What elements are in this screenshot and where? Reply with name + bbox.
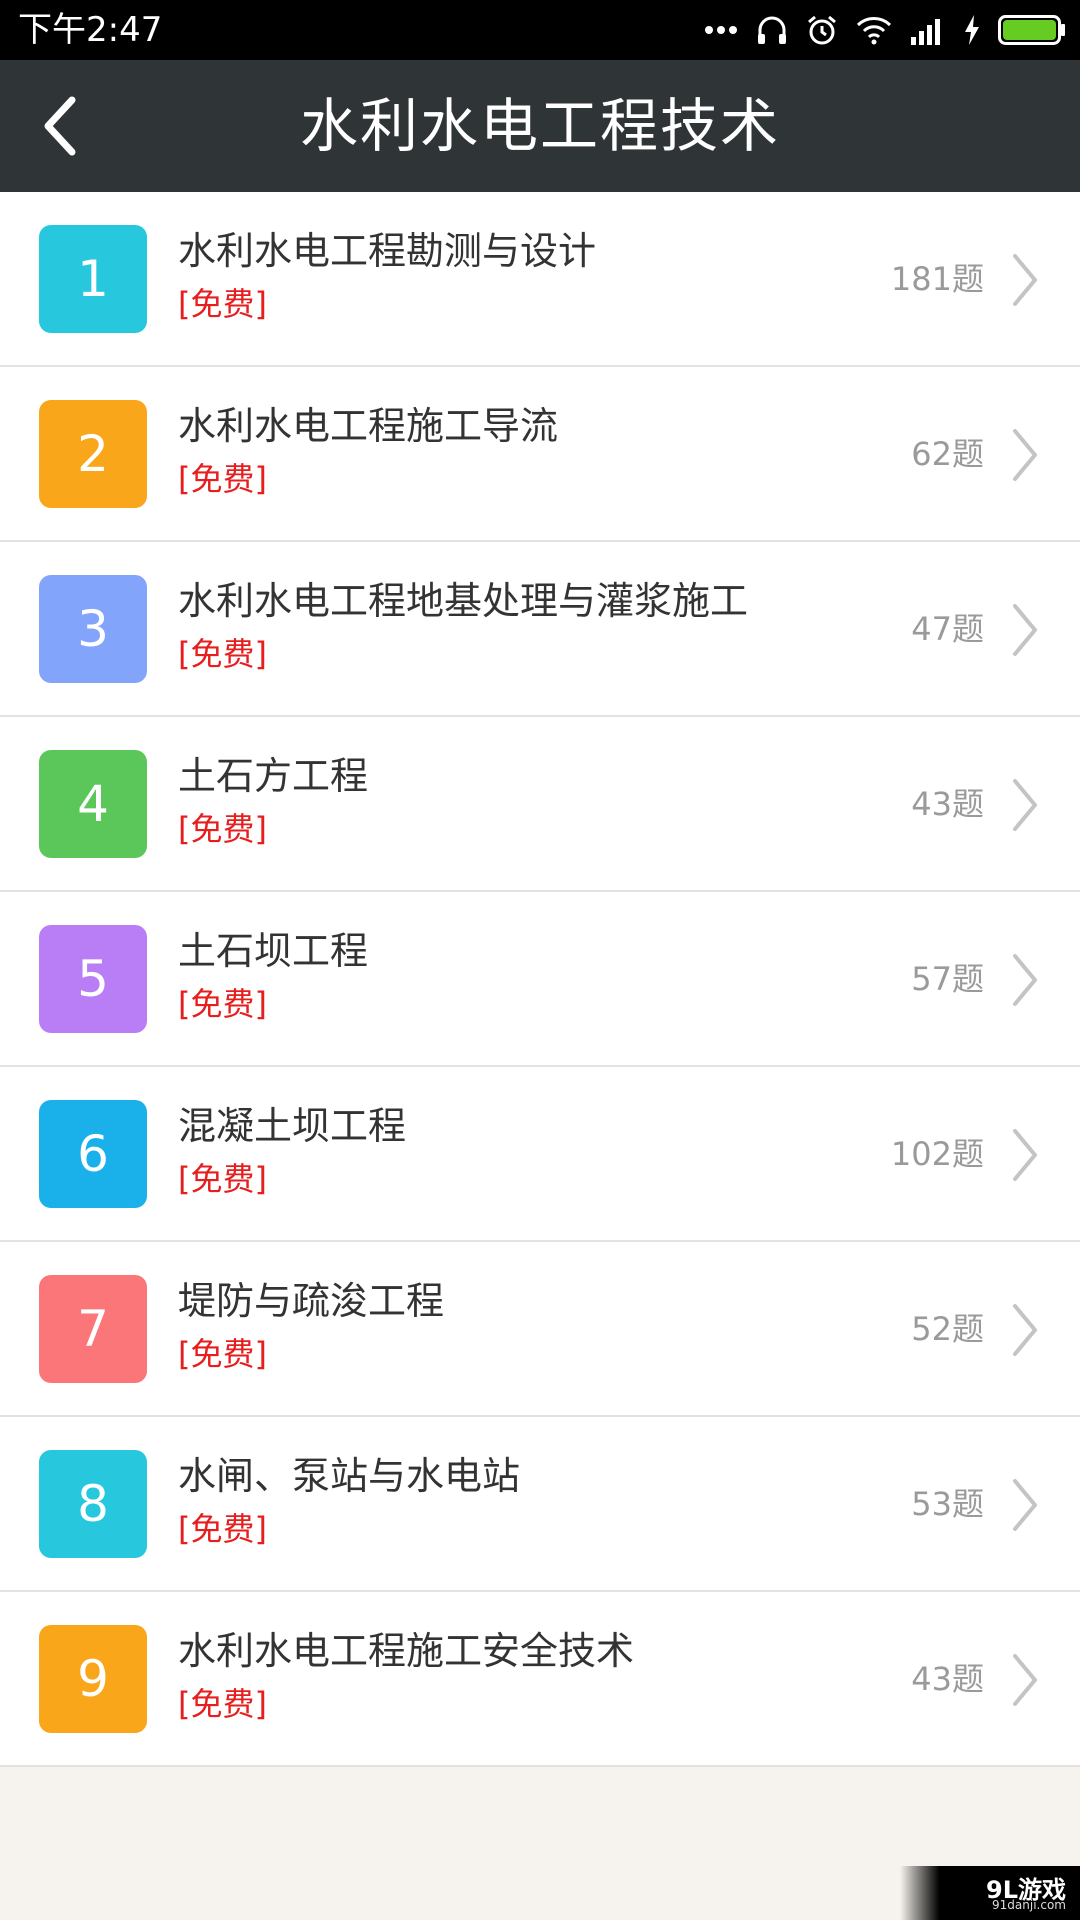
watermark: 9L游戏 91danji.com [900, 1866, 1080, 1920]
item-number-badge: 5 [39, 925, 147, 1033]
item-title: 水利水电工程施工导流 [178, 404, 559, 448]
item-free-tag: [免费] [178, 1685, 267, 1723]
alarm-icon [808, 15, 836, 45]
item-free-tag: [免费] [178, 810, 267, 848]
item-question-count: 52题 [911, 1310, 984, 1348]
list-item[interactable]: 3 水利水电工程地基处理与灌浆施工 [免费] 47题 [0, 542, 1080, 717]
chapter-list: 1 水利水电工程勘测与设计 [免费] 181题 2 水利水电工程施工导流 [免费… [0, 192, 1080, 1767]
item-title: 水利水电工程勘测与设计 [178, 229, 597, 273]
list-item[interactable]: 9 水利水电工程施工安全技术 [免费] 43题 [0, 1592, 1080, 1767]
item-number-badge: 9 [39, 1625, 147, 1733]
list-item[interactable]: 8 水闸、泵站与水电站 [免费] 53题 [0, 1417, 1080, 1592]
item-question-count: 53题 [911, 1485, 984, 1523]
headset-icon [758, 16, 786, 44]
status-icons [704, 8, 1066, 52]
item-title: 堤防与疏浚工程 [178, 1279, 445, 1323]
status-bar: 下午2:47 [0, 0, 1080, 60]
item-number-badge: 4 [39, 750, 147, 858]
item-number-badge: 8 [39, 1450, 147, 1558]
title-bar: 水利水电工程技术 [0, 60, 1080, 192]
item-free-tag: [免费] [178, 1160, 267, 1198]
item-free-tag: [免费] [178, 1510, 267, 1548]
list-item[interactable]: 2 水利水电工程施工导流 [免费] 62题 [0, 367, 1080, 542]
chevron-right-icon [1013, 604, 1037, 656]
chevron-left-icon [44, 96, 76, 156]
list-item[interactable]: 4 土石方工程 [免费] 43题 [0, 717, 1080, 892]
item-free-tag: [免费] [178, 285, 267, 323]
back-button[interactable] [24, 90, 96, 162]
item-question-count: 62题 [911, 435, 984, 473]
item-title: 水利水电工程施工安全技术 [178, 1629, 635, 1673]
page-title: 水利水电工程技术 [299, 92, 780, 160]
item-question-count: 47题 [911, 610, 984, 648]
watermark-site: 91danji.com [992, 1898, 1066, 1912]
item-question-count: 181题 [890, 260, 984, 298]
chevron-right-icon [1013, 254, 1037, 306]
list-item[interactable]: 1 水利水电工程勘测与设计 [免费] 181题 [0, 192, 1080, 367]
chevron-right-icon [1013, 1654, 1037, 1706]
item-number-badge: 1 [39, 225, 147, 333]
item-number-badge: 2 [39, 400, 147, 508]
item-free-tag: [免费] [178, 985, 267, 1023]
item-number-badge: 7 [39, 1275, 147, 1383]
item-title: 水闸、泵站与水电站 [178, 1454, 521, 1498]
app-screen: 下午2:47 水利水电工程技术 1 水利水电工程勘测与设计 [免费] 181题 … [0, 0, 1080, 1920]
chevron-right-icon [1013, 954, 1037, 1006]
status-time: 下午2:47 [18, 10, 163, 50]
item-question-count: 57题 [911, 960, 984, 998]
item-question-count: 43题 [911, 785, 984, 823]
item-title: 土石坝工程 [178, 929, 369, 973]
item-question-count: 43题 [911, 1660, 984, 1698]
chevron-right-icon [1013, 1304, 1037, 1356]
item-free-tag: [免费] [178, 1335, 267, 1373]
item-number-badge: 6 [39, 1100, 147, 1208]
item-title: 水利水电工程地基处理与灌浆施工 [178, 579, 749, 623]
item-question-count: 102题 [890, 1135, 984, 1173]
more-dots-icon [705, 26, 737, 34]
chevron-right-icon [1013, 779, 1037, 831]
item-title: 混凝土坝工程 [178, 1104, 407, 1148]
chevron-right-icon [1013, 1129, 1037, 1181]
charging-icon [965, 15, 979, 45]
battery-icon [998, 15, 1065, 45]
wifi-icon [856, 17, 892, 45]
item-title: 土石方工程 [178, 754, 369, 798]
item-free-tag: [免费] [178, 635, 267, 673]
item-free-tag: [免费] [178, 460, 267, 498]
item-number-badge: 3 [39, 575, 147, 683]
chevron-right-icon [1013, 1479, 1037, 1531]
chevron-right-icon [1013, 429, 1037, 481]
signal-icon [911, 19, 940, 45]
list-item[interactable]: 6 混凝土坝工程 [免费] 102题 [0, 1067, 1080, 1242]
list-item[interactable]: 5 土石坝工程 [免费] 57题 [0, 892, 1080, 1067]
list-item[interactable]: 7 堤防与疏浚工程 [免费] 52题 [0, 1242, 1080, 1417]
